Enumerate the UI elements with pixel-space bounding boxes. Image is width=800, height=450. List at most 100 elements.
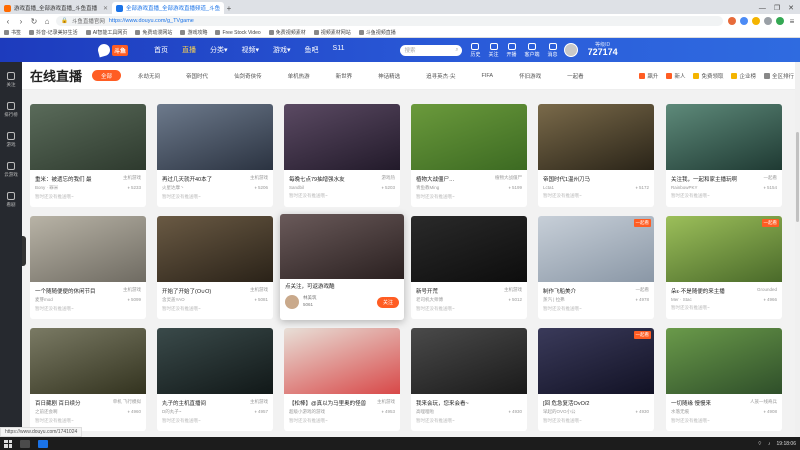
close-window-button[interactable]: ✕	[788, 4, 794, 12]
taskbar-app-icon[interactable]	[20, 439, 30, 448]
site-logo[interactable]: 斗鱼	[96, 42, 136, 58]
category-chip[interactable]: 一起看	[558, 70, 593, 81]
category-chip[interactable]: 新世界	[327, 70, 362, 81]
sidebar-item-drama[interactable]: 看剧	[7, 192, 16, 208]
category-chip[interactable]: 怀旧游戏	[510, 70, 550, 81]
live-room-card[interactable]: 丸子的主机直播间 主机游戏 D的丸子~ 4957 暂时还没有推送哦~	[157, 328, 273, 431]
stream-thumbnail[interactable]	[30, 216, 146, 282]
stream-thumbnail[interactable]	[30, 104, 146, 170]
clock[interactable]: 19:18:06	[777, 441, 796, 447]
network-icon[interactable]: ⌔	[757, 441, 762, 447]
stream-thumbnail[interactable]: 一起看	[538, 216, 654, 282]
message-button[interactable]: 消息	[548, 42, 558, 58]
stream-thumbnail[interactable]: 一起看	[538, 328, 654, 394]
extension-icon[interactable]	[776, 17, 784, 25]
bookmark-item[interactable]: 免费动漫网站	[135, 29, 172, 36]
avatar[interactable]	[563, 43, 578, 57]
live-room-card[interactable]: 关注我，一起和家主播玩啊 一起看 RainbowPKY 5154 暂时还没有推送哦~	[666, 104, 782, 207]
stream-thumbnail[interactable]	[411, 104, 527, 170]
windows-start-icon[interactable]	[4, 439, 12, 448]
search-input[interactable]: 搜索 ⌕	[400, 44, 463, 56]
bookmark-item[interactable]: 免费视频素材	[268, 29, 306, 36]
stream-thumbnail[interactable]	[284, 328, 400, 394]
live-room-card[interactable]: 一个随随便便的休闲节目 主机游戏麦芽mod 5099 暂时还没有推送哦~	[30, 216, 146, 319]
extension-icon[interactable]	[752, 17, 760, 25]
scrollbar-thumb[interactable]	[796, 132, 799, 222]
nav-video[interactable]: 视频▾	[242, 45, 260, 55]
url-input[interactable]: 🔒 斗鱼直播官网 https://www.douyu.com/g_TVgame	[56, 16, 723, 26]
extension-icon[interactable]	[764, 17, 772, 25]
sidebar-item-rank[interactable]: 排行榜	[4, 102, 18, 118]
nav-category[interactable]: 分类▾	[210, 45, 228, 55]
category-chip[interactable]: 神话精选	[369, 70, 409, 81]
stream-thumbnail[interactable]	[411, 216, 527, 282]
nav-home[interactable]: 首页	[154, 45, 168, 55]
stream-thumbnail[interactable]	[666, 328, 782, 394]
rank-link-all[interactable]: 全区排行	[763, 72, 794, 80]
category-chip[interactable]: 帝国时代	[177, 70, 217, 81]
stream-thumbnail[interactable]	[157, 328, 273, 394]
rank-link-new[interactable]: 新人	[666, 72, 685, 80]
live-room-card[interactable]: 新号开荒 主机游戏老司机大师傅 5012 暂时还没有推送哦~	[411, 216, 527, 319]
forward-icon[interactable]: ›	[17, 17, 25, 26]
stream-thumbnail[interactable]	[538, 104, 654, 170]
bookmark-item[interactable]: Free Stock Video	[215, 30, 261, 36]
category-chip[interactable]: FIFA	[472, 70, 502, 81]
nav-live[interactable]: 直播	[182, 45, 196, 55]
stream-thumbnail[interactable]	[666, 104, 782, 170]
live-room-card[interactable]: 我来会玩，您来会看~ 高哩哩啦 4930 暂时还没有推送哦~	[411, 328, 527, 431]
client-button[interactable]: 客户端	[525, 42, 540, 58]
category-chip-all[interactable]: 全部	[92, 70, 122, 81]
menu-icon[interactable]: ≡	[788, 17, 796, 26]
sidebar-item-game[interactable]: 游戏	[7, 132, 16, 148]
nav-game[interactable]: 游戏▾	[273, 45, 291, 55]
browser-tab-1[interactable]: 游戏直播_全部游戏直播_斗鱼直播 ✕	[0, 2, 112, 14]
bookmark-item[interactable]: 斗鱼视频直播	[358, 29, 396, 36]
live-room-card[interactable]: 一切随缘 慢慢来 人族一线奇兵水落无痕 4908 暂时还没有推送哦~	[666, 328, 782, 431]
category-chip[interactable]: 永劫无间	[129, 70, 169, 81]
sidebar-collapse-handle[interactable]	[22, 236, 26, 266]
extension-icon[interactable]	[728, 17, 736, 25]
rank-link-company[interactable]: 企业榜	[731, 72, 756, 80]
stream-thumbnail[interactable]	[30, 328, 146, 394]
sidebar-item-follow[interactable]: 关注	[7, 72, 16, 88]
close-icon[interactable]: ✕	[103, 5, 108, 12]
bookmark-item[interactable]: 视频素材网站	[313, 29, 351, 36]
live-room-card[interactable]: 一起看制作飞船美介一起看蒸汽 | 拉弗4978暂时还没有推送哦~	[538, 216, 654, 319]
stream-thumbnail[interactable]	[157, 216, 273, 282]
bookmark-item[interactable]: 抖音-记录美好生活	[29, 29, 78, 36]
broadcast-button[interactable]: 开播	[507, 42, 517, 58]
live-room-card[interactable]: 一起看朵ε·不是随便的来主播 Grounded Mer · Stac 4966 暂时还没…	[666, 216, 782, 319]
avatar[interactable]	[285, 295, 299, 309]
rank-link-free[interactable]: 免费领取	[693, 72, 723, 80]
live-room-card[interactable]: 重米：被遗忘的我们 最 主机游戏 Bony · 罪米 5233 暂时还没有推送哦~	[30, 104, 146, 207]
home-icon[interactable]: ⌂	[43, 17, 51, 26]
live-room-card[interactable]: 一起看 [回 危急复活OvO/2 早起的OVO小公 4930 暂时还没有推送哦~	[538, 328, 654, 431]
stream-thumbnail[interactable]	[280, 214, 404, 279]
live-room-card[interactable]: 百日藏剧 百日续分 单机 飞行模拟之前还会啊 4960 暂时还没有推送哦~	[30, 328, 146, 431]
live-room-card[interactable]: 【松棒】@真以为马里奥的怪兽 主机游戏超级小游戏的游戏 4953 暂时还没有推送哦~	[284, 328, 400, 431]
category-chip[interactable]: 仙剑奇侠传	[225, 70, 271, 81]
sidebar-item-cloud-game[interactable]: 云游戏	[4, 162, 18, 178]
live-room-card[interactable]: 开始了开始了(O∪O) 主机游戏含灵盖YAO 5081 暂时还没有推送哦~	[157, 216, 273, 319]
bookmark-item[interactable]: 游戏攻略	[180, 29, 207, 36]
stream-thumbnail[interactable]	[157, 104, 273, 170]
browser-tab-2[interactable]: 全部游戏直播_全部游戏直播频道_斗鱼✕	[112, 2, 224, 14]
new-tab-button[interactable]: +	[224, 2, 234, 14]
live-room-card[interactable]: 每晚七点79抽增强水友 游戏热 Sandbil 5203 暂时还没有推送哦~	[284, 104, 400, 207]
reload-icon[interactable]: ↻	[30, 17, 38, 26]
stream-thumbnail[interactable]: 一起看	[666, 216, 782, 282]
search-icon[interactable]: ⌕	[455, 47, 458, 54]
taskbar-browser-icon[interactable]	[38, 439, 48, 448]
category-chip[interactable]: 单机热游	[279, 70, 319, 81]
maximize-button[interactable]: ❐	[774, 4, 780, 12]
nav-s11[interactable]: S11	[333, 45, 345, 55]
live-room-hover-card[interactable]: 点关注，可返游戏酷 林美筑 5061 关注	[280, 214, 404, 320]
live-room-card[interactable]: 帝国时代1温州刀马 Lcta1 5172 暂时还没有推送哦~	[538, 104, 654, 207]
nav-fishbar[interactable]: 鱼吧	[305, 45, 319, 55]
stream-thumbnail[interactable]	[284, 104, 400, 170]
follow-button[interactable]: 关注	[376, 296, 399, 308]
minimize-button[interactable]: —	[759, 5, 766, 12]
history-button[interactable]: 历史	[470, 42, 481, 58]
volume-icon[interactable]: ♪	[768, 441, 771, 447]
